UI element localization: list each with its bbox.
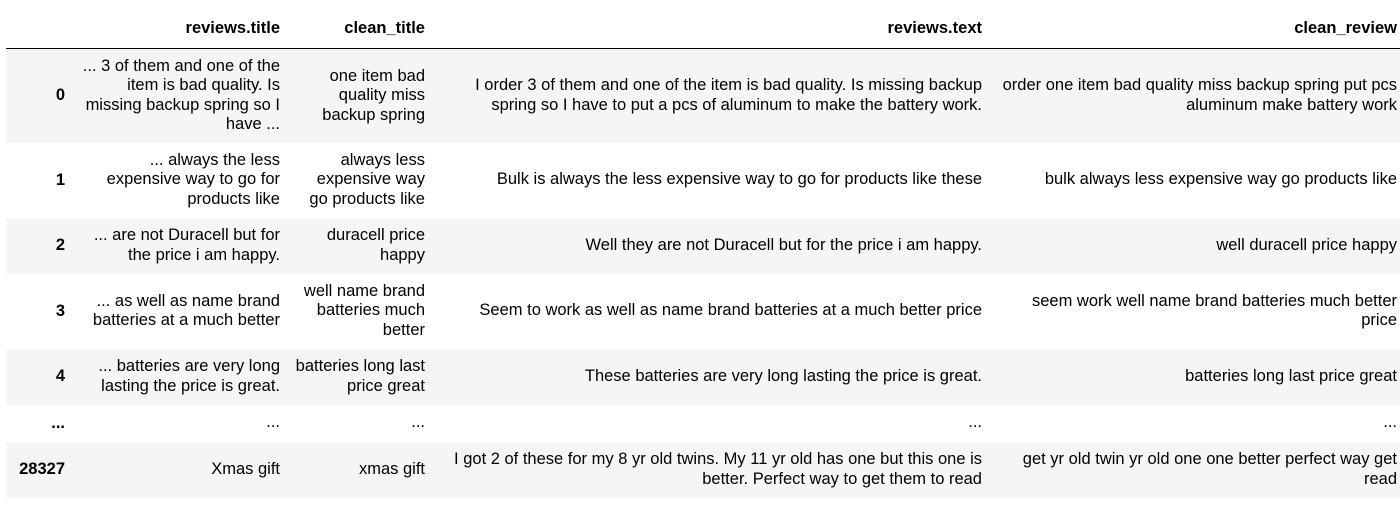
row-index: 0 <box>55 86 65 105</box>
table-body: 0 ... 3 of them and one of the item is b… <box>6 48 1400 498</box>
table-row: 1 ... always the less expensive way to g… <box>6 142 1400 218</box>
table-row-ellipsis: ... ... ... ... ... <box>6 404 1400 442</box>
column-header-reviews-text: reviews.text <box>432 10 989 49</box>
row-index: 4 <box>55 367 65 385</box>
cell-clean-review: batteries long last price great <box>1185 366 1397 385</box>
table-row: 2 ... are not Duracell but for the price… <box>6 217 1400 274</box>
cell-clean-title: ... <box>411 413 425 432</box>
cell-clean-title: well name brand batteries much better <box>303 281 425 339</box>
cell-reviews-title: ... always the less expensive way to go … <box>106 150 280 208</box>
cell-reviews-text: Seem to work as well as name brand batte… <box>479 301 982 320</box>
cell-clean-title: batteries long last price great <box>295 357 425 395</box>
cell-reviews-text: Well they are not Duracell but for the p… <box>585 235 983 254</box>
cell-clean-title: duracell price happy <box>326 226 425 264</box>
cell-reviews-text: ... <box>968 413 982 432</box>
table-row: 28327 Xmas gift xmas gift I got 2 of the… <box>6 441 1400 498</box>
cell-clean-title: xmas gift <box>358 459 425 478</box>
cell-clean-review: well duracell price happy <box>1216 235 1397 254</box>
cell-reviews-text: I order 3 of them and one of the item is… <box>475 76 982 114</box>
cell-reviews-title: ... as well as name brand batteries at a… <box>92 291 280 330</box>
index-header <box>6 10 72 49</box>
cell-reviews-title: ... 3 of them and one of the item is bad… <box>82 56 280 134</box>
row-index: ... <box>51 413 65 432</box>
table-row: 4 ... batteries are very long lasting th… <box>6 348 1400 405</box>
cell-reviews-title: ... batteries are very long lasting the … <box>98 357 280 395</box>
cell-clean-review: seem work well name brand batteries much… <box>1032 291 1397 330</box>
row-index: 3 <box>55 301 65 320</box>
dataframe-output: reviews.title clean_title reviews.text c… <box>6 10 1400 498</box>
column-header-clean-review: clean_review <box>989 10 1400 49</box>
header-row: reviews.title clean_title reviews.text c… <box>6 10 1400 49</box>
cell-reviews-text: I got 2 of these for my 8 yr old twins. … <box>454 450 982 488</box>
cell-reviews-title: Xmas gift <box>211 459 280 478</box>
cell-reviews-text: These batteries are very long lasting th… <box>584 366 982 385</box>
table-row: 0 ... 3 of them and one of the item is b… <box>6 48 1400 143</box>
cell-reviews-text: Bulk is always the less expensive way to… <box>496 170 982 189</box>
column-header-reviews-title: reviews.title <box>72 10 287 49</box>
cell-clean-title: one item bad quality miss backup spring <box>322 66 425 124</box>
table-row: 3 ... as well as name brand batteries at… <box>6 273 1400 349</box>
table-header: reviews.title clean_title reviews.text c… <box>6 10 1400 49</box>
dataframe-table: reviews.title clean_title reviews.text c… <box>6 10 1400 498</box>
row-index: 1 <box>55 170 65 189</box>
cell-clean-review: order one item bad quality miss backup s… <box>1002 76 1397 114</box>
cell-reviews-title: ... are not Duracell but for the price i… <box>93 226 280 264</box>
cell-reviews-title: ... <box>266 413 280 432</box>
cell-clean-review: get yr old twin yr old one one better pe… <box>1022 450 1397 488</box>
column-header-clean-title: clean_title <box>287 10 432 49</box>
cell-clean-review: ... <box>1383 413 1397 432</box>
cell-clean-title: always less expensive way go products li… <box>309 150 425 208</box>
cell-clean-review: bulk always less expensive way go produc… <box>1044 170 1397 189</box>
row-index: 28327 <box>19 460 65 478</box>
row-index: 2 <box>55 236 65 254</box>
